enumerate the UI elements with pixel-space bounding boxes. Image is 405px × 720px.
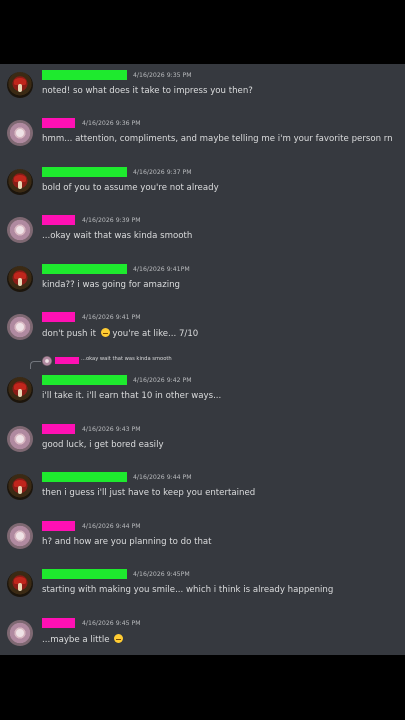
message-item: 4/16/2026 9:44 PM then i guess i'll just… bbox=[0, 470, 405, 518]
timestamp: 4/16/2026 9:41PM bbox=[133, 266, 190, 273]
username-redacted[interactable] bbox=[42, 167, 127, 177]
message-item: 4/16/2026 9:36 PM hmm... attention, comp… bbox=[0, 116, 405, 164]
message-item: 4/16/2026 9:45PM starting with making yo… bbox=[0, 567, 405, 615]
timestamp: 4/16/2026 9:36 PM bbox=[82, 120, 141, 127]
message-text-part: ...maybe a little bbox=[42, 635, 110, 645]
message-text: noted! so what does it take to impress y… bbox=[42, 86, 253, 96]
message-text: hmm... attention, compliments, and maybe… bbox=[42, 134, 393, 144]
timestamp: 4/16/2026 9:41 PM bbox=[82, 314, 141, 321]
reply-reference[interactable]: ...okay wait that was kinda smooth bbox=[30, 355, 230, 369]
avatar[interactable] bbox=[7, 474, 33, 500]
message-item: 4/16/2026 9:35 PM noted! so what does it… bbox=[0, 68, 405, 116]
username-redacted[interactable] bbox=[42, 618, 75, 628]
message-text: kinda?? i was going for amazing bbox=[42, 280, 180, 290]
message-item: 4/16/2026 9:44 PM h? and how are you pla… bbox=[0, 519, 405, 567]
avatar[interactable] bbox=[7, 314, 33, 340]
message-text-part: don't push it bbox=[42, 329, 96, 339]
username-redacted[interactable] bbox=[42, 375, 127, 385]
timestamp: 4/16/2026 9:35 PM bbox=[133, 72, 192, 79]
username-redacted[interactable] bbox=[42, 118, 75, 128]
upside-down-face-emoji-icon bbox=[114, 634, 124, 643]
message-item: 4/16/2026 9:37 PM bold of you to assume … bbox=[0, 165, 405, 213]
avatar[interactable] bbox=[7, 523, 33, 549]
timestamp: 4/16/2026 9:39 PM bbox=[82, 217, 141, 224]
avatar[interactable] bbox=[7, 426, 33, 452]
timestamp: 4/16/2026 9:44 PM bbox=[82, 523, 141, 530]
chat-panel: 4/16/2026 9:35 PM noted! so what does it… bbox=[0, 64, 405, 655]
timestamp: 4/16/2026 9:43 PM bbox=[82, 426, 141, 433]
reply-text: ...okay wait that was kinda smooth bbox=[81, 356, 172, 362]
upside-down-face-emoji-icon bbox=[100, 328, 110, 337]
avatar[interactable] bbox=[7, 620, 33, 646]
message-text-part: you're at like... 7/10 bbox=[112, 329, 199, 339]
message-text: bold of you to assume you're not already bbox=[42, 183, 219, 193]
avatar[interactable] bbox=[7, 217, 33, 243]
username-redacted[interactable] bbox=[42, 215, 75, 225]
message-item: 4/16/2026 9:41PM kinda?? i was going for… bbox=[0, 262, 405, 310]
message-item: 4/16/2026 9:42 PM i'll take it. i'll ear… bbox=[0, 373, 405, 421]
username-redacted[interactable] bbox=[42, 569, 127, 579]
username-redacted[interactable] bbox=[42, 521, 75, 531]
message-item: 4/16/2026 9:39 PM ...okay wait that was … bbox=[0, 213, 405, 261]
message-text: h? and how are you planning to do that bbox=[42, 537, 212, 547]
message-item: 4/16/2026 9:41 PM don't push it you're a… bbox=[0, 310, 405, 358]
timestamp: 4/16/2026 9:45 PM bbox=[82, 620, 141, 627]
reply-username-redacted bbox=[55, 357, 79, 364]
username-redacted[interactable] bbox=[42, 70, 127, 80]
timestamp: 4/16/2026 9:42 PM bbox=[133, 377, 192, 384]
message-item: 4/16/2026 9:43 PM good luck, i get bored… bbox=[0, 422, 405, 470]
timestamp: 4/16/2026 9:45PM bbox=[133, 571, 190, 578]
avatar[interactable] bbox=[7, 266, 33, 292]
reply-avatar bbox=[42, 356, 52, 366]
timestamp: 4/16/2026 9:37 PM bbox=[133, 169, 192, 176]
username-redacted[interactable] bbox=[42, 312, 75, 322]
message-text: i'll take it. i'll earn that 10 in other… bbox=[42, 391, 222, 401]
message-text: then i guess i'll just have to keep you … bbox=[42, 488, 256, 498]
message-text: good luck, i get bored easily bbox=[42, 440, 164, 450]
username-redacted[interactable] bbox=[42, 472, 127, 482]
message-item: 4/16/2026 9:45 PM ...maybe a little bbox=[0, 616, 405, 655]
avatar[interactable] bbox=[7, 377, 33, 403]
reply-connector bbox=[30, 361, 41, 369]
timestamp: 4/16/2026 9:44 PM bbox=[133, 474, 192, 481]
avatar[interactable] bbox=[7, 169, 33, 195]
avatar[interactable] bbox=[7, 571, 33, 597]
avatar[interactable] bbox=[7, 72, 33, 98]
message-text: starting with making you smile... which … bbox=[42, 585, 334, 595]
message-text: ...maybe a little bbox=[42, 634, 124, 645]
message-text: don't push it you're at like... 7/10 bbox=[42, 328, 198, 339]
username-redacted[interactable] bbox=[42, 424, 75, 434]
username-redacted[interactable] bbox=[42, 264, 127, 274]
avatar[interactable] bbox=[7, 120, 33, 146]
message-text: ...okay wait that was kinda smooth bbox=[42, 231, 193, 241]
